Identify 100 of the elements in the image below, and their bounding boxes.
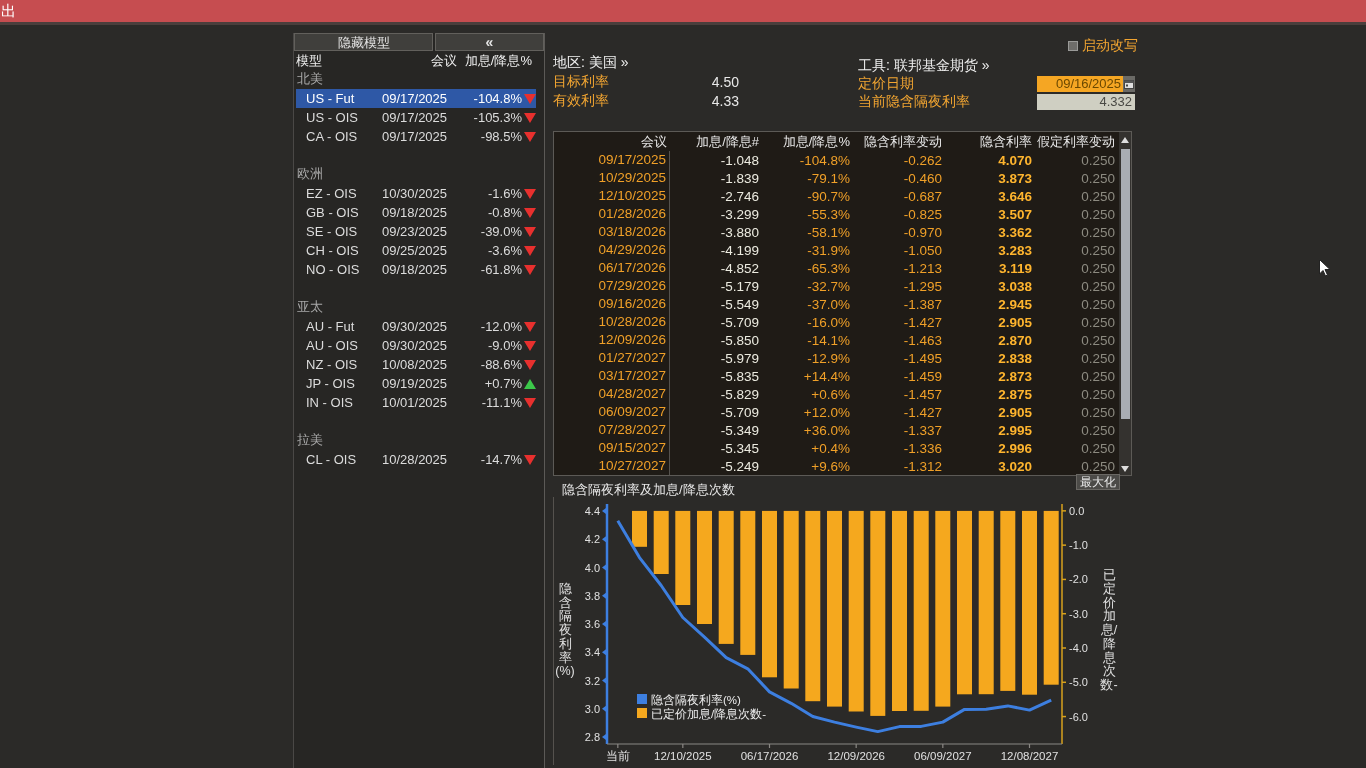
table-cell-text: 3.119 [997, 260, 1033, 276]
axis-tick-label: 2.8 [584, 730, 600, 743]
axis-tick-label: 3.8 [584, 589, 600, 602]
model-row[interactable]: CH - OIS 09/25/2025 -3.6% [296, 241, 536, 260]
meeting-date: 09/17/2025 [382, 129, 449, 144]
table-cell-text: 0.250 [1080, 350, 1116, 366]
model-row[interactable]: EZ - OIS 10/30/2025 -1.6% [296, 184, 536, 203]
table-cell: 12/09/2026 [554, 331, 670, 349]
model-name: US - OIS [306, 110, 359, 125]
table-cell-text: 0.250 [1080, 242, 1116, 258]
instrument-link[interactable]: 工具: 联邦基金期货 » [858, 56, 990, 75]
rate-change: -12.0% [479, 319, 522, 334]
model-row[interactable]: SE - OIS 09/23/2025 -39.0% [296, 222, 536, 241]
axis-tick-label: 12/08/2027 [1000, 750, 1059, 762]
table-cell-text: 0.250 [1080, 440, 1116, 456]
meeting-date: 10/08/2025 [382, 357, 449, 372]
hide-models-button[interactable]: 隐藏模型 [294, 33, 433, 51]
table-cell-text: 0.250 [1080, 332, 1116, 348]
rate-change: +0.7% [483, 376, 522, 391]
table-cell-text: 0.250 [1080, 260, 1116, 276]
legend-label: 已定价加息/降息次数- [651, 707, 767, 720]
rate-change: -0.8% [487, 205, 522, 220]
model-row[interactable]: US - OIS 09/17/2025 -105.3% [296, 108, 536, 127]
table-cell-text: 3.038 [997, 278, 1033, 294]
model-row[interactable]: IN - OIS 10/01/2025 -11.1% [296, 393, 536, 412]
chart-title: 隐含隔夜利率及加息/降息次数 [562, 482, 735, 497]
date-field[interactable]: 09/16/2025 [1037, 76, 1135, 92]
axis-tick-label: 当前 [605, 750, 630, 762]
model-row[interactable]: GB - OIS 09/18/2025 -0.8% [296, 203, 536, 222]
axis-tick-label: 06/09/2027 [914, 750, 972, 762]
calendar-icon[interactable] [1124, 79, 1134, 89]
axis-tick-label: -4.0 [1069, 642, 1088, 654]
axis-tick-label: -2.0 [1069, 573, 1088, 586]
model-name: US - Fut [306, 91, 356, 106]
table-cell-text: -58.1% [806, 224, 851, 240]
table-cell-text: -3.880 [719, 224, 760, 240]
table-cell-text: -4.852 [719, 260, 760, 276]
table-cell: 10/29/2025 [554, 169, 670, 187]
rate-change: -98.5% [479, 129, 522, 144]
rate-change: -39.0% [479, 224, 522, 239]
model-row[interactable]: CL - OIS 10/28/2025 -14.7% [296, 450, 536, 469]
table-cell-text: -1.048 [719, 152, 760, 168]
axis-tick-label: -3.0 [1069, 607, 1088, 620]
model-row[interactable]: US - Fut 09/17/2025 -104.8% [296, 89, 536, 108]
chart-bar [632, 510, 647, 547]
axis-tick-label: 12/09/2026 [827, 750, 885, 762]
model-row[interactable]: NO - OIS 09/18/2025 -61.8% [296, 260, 536, 279]
rate-change: -9.0% [487, 338, 522, 353]
axis-tick-label: 3.4 [584, 646, 600, 659]
table-cell-text: -1.213 [902, 260, 943, 276]
axis-title: 已定价加息/降息次数- [1099, 569, 1119, 693]
table-cell-text: -79.1% [806, 170, 851, 186]
field-value: 4.33 [711, 92, 739, 109]
table-cell-text: +12.0% [802, 404, 851, 420]
model-row[interactable]: NZ - OIS 10/08/2025 -88.6% [296, 355, 536, 374]
table-cell-text: -0.825 [902, 206, 943, 222]
table-cell-text: 3.646 [997, 188, 1033, 204]
table-cell-text: 3.362 [997, 224, 1033, 240]
model-row[interactable]: AU - OIS 09/30/2025 -9.0% [296, 336, 536, 355]
model-name: SE - OIS [306, 224, 359, 239]
axis-tick-label: 12/10/2025 [654, 750, 712, 762]
table-cell: 03/18/2026 [554, 223, 670, 241]
table-cell-text: -90.7% [806, 188, 851, 204]
model-name: NZ - OIS [306, 357, 359, 372]
region-link[interactable]: 地区: 美国 » [553, 53, 629, 72]
model-name: NO - OIS [306, 262, 361, 277]
table-cell-text: -1.312 [902, 458, 943, 474]
maximize-button[interactable]: 最大化 [1076, 474, 1120, 490]
table-cell-text: -5.349 [719, 422, 760, 438]
rate-change: -14.7% [479, 452, 522, 467]
model-row[interactable]: AU - Fut 09/30/2025 -12.0% [296, 317, 536, 336]
legend-swatch-icon [637, 694, 647, 704]
model-row[interactable]: CA - OIS 09/17/2025 -98.5% [296, 127, 536, 146]
table-cell-text: -37.0% [806, 296, 851, 312]
model-row[interactable]: JP - OIS 09/19/2025 +0.7% [296, 374, 536, 393]
rate-field[interactable]: 4.332 [1037, 94, 1135, 110]
axis-tick-label: 4.4 [584, 505, 600, 518]
table-cell-text: 2.996 [997, 440, 1033, 456]
table-cell: 10/28/2026 [554, 313, 670, 331]
meeting-date: 09/19/2025 [382, 376, 449, 391]
axis-tick-label: 06/17/2026 [740, 750, 799, 762]
group-label: 北美 [297, 71, 323, 88]
checkbox[interactable] [1068, 41, 1078, 51]
legend-label: 隐含隔夜利率(%) [651, 693, 741, 706]
table-cell-text: 4.070 [997, 152, 1033, 168]
table-cell-text: 3.873 [997, 170, 1033, 186]
table-cell-text: +0.6% [810, 386, 851, 402]
table-cell-text: -1.459 [902, 368, 943, 384]
scroll-up-icon[interactable] [1121, 137, 1129, 143]
table-cell: 01/27/2027 [554, 349, 670, 367]
table-cell-text: -55.3% [806, 206, 851, 222]
collapse-button[interactable]: « [435, 33, 544, 51]
meeting-date: 09/30/2025 [382, 319, 449, 334]
axis-tick-label: 4.0 [584, 561, 600, 574]
table-cell-text: -14.1% [806, 332, 851, 348]
table-cell: 03/17/2027 [554, 367, 670, 385]
table-cell-text: -2.746 [719, 188, 760, 204]
scroll-down-icon[interactable] [1121, 466, 1129, 472]
scrollbar-thumb[interactable] [1120, 149, 1130, 419]
title-text: 出 [1, 1, 16, 21]
